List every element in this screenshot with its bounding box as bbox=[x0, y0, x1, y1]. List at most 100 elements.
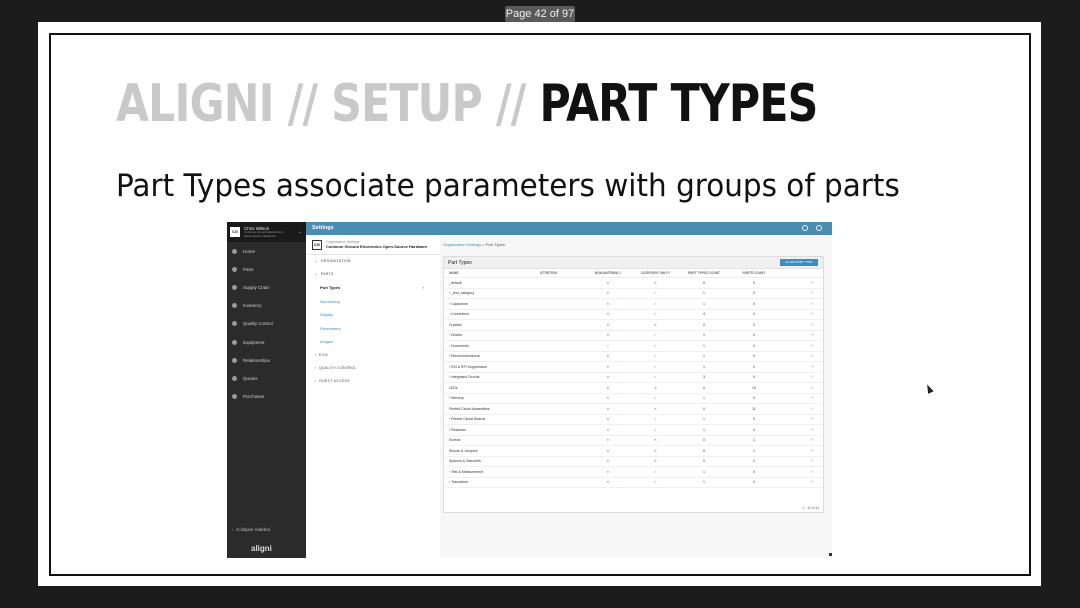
sidebar-item-relationships[interactable]: Relationships bbox=[227, 351, 306, 369]
edit-icon[interactable]: ✎ bbox=[779, 470, 819, 474]
settings-item-numbering[interactable]: Numbering bbox=[306, 295, 426, 309]
slide-title-prefix: ALIGNI // SETUP // bbox=[116, 74, 540, 134]
sidebar-item-home[interactable]: Home bbox=[227, 242, 306, 260]
settings-item-parameters[interactable]: Parameters bbox=[306, 322, 426, 336]
edit-icon[interactable]: ✎ bbox=[779, 428, 819, 432]
sidebar-item-label: Relationships bbox=[243, 357, 271, 363]
cell-name: › Documents bbox=[449, 343, 469, 348]
table-row[interactable]: Shunts & Jumpers ✕ ✕ 0 1 ✎ bbox=[444, 446, 823, 457]
edit-icon[interactable]: ✎ bbox=[779, 480, 819, 484]
edit-icon[interactable]: ✎ bbox=[779, 407, 819, 411]
check-icon: ✓ bbox=[654, 375, 657, 380]
sidebar-item-quality-control[interactable]: Quality Control bbox=[227, 315, 306, 333]
sidebar-item-equipment[interactable]: Equipment bbox=[227, 333, 306, 351]
table-row[interactable]: › Documents ✓ ✓ 1 0 ✎ bbox=[444, 341, 823, 352]
sidebar-item-parts[interactable]: Parts bbox=[227, 260, 306, 278]
table-row[interactable]: › Printed Circuit Boards ✕ ✓ 1 0 ✎ bbox=[444, 415, 823, 425]
table-row[interactable]: › _test_category ✕ ✓ 1 0 ✎ bbox=[444, 289, 823, 299]
cross-icon: ✕ bbox=[606, 396, 610, 401]
settings-item-display[interactable]: Display bbox=[306, 308, 426, 322]
edit-icon[interactable]: ✎ bbox=[779, 449, 819, 453]
sidebar-item-purchases[interactable]: Purchases bbox=[227, 388, 306, 406]
table-row[interactable]: › Resistors ✕ ✓ 1 0 ✎ bbox=[444, 425, 823, 436]
check-icon: ✓ bbox=[654, 417, 657, 422]
cell-name: › Printed Circuit Boards bbox=[449, 417, 486, 422]
edit-icon[interactable]: ✎ bbox=[779, 344, 819, 348]
edit-icon[interactable]: ✎ bbox=[779, 365, 819, 369]
table-row[interactable]: › ESI & RFI Suppression ✕ ✓ 1 0 ✎ bbox=[444, 362, 823, 373]
sidebar-item-quotes[interactable]: Quotes bbox=[227, 369, 306, 387]
edit-icon[interactable]: ✎ bbox=[779, 396, 819, 400]
collapse-sidebar-button[interactable]: ‹ Collapse Sidebar bbox=[232, 527, 270, 532]
cell-part-types-count: 1 bbox=[703, 333, 705, 338]
column-header-non-material[interactable]: NON-MATERIAL? bbox=[584, 271, 632, 275]
table-row[interactable]: _default ✕ ✕ 0 0 ✎ bbox=[444, 278, 823, 289]
cell-parts-count: 13 bbox=[752, 385, 756, 390]
cell-part-types-count: 1 bbox=[703, 364, 705, 369]
table-row[interactable]: › Connectors ✕ ✓ 4 0 ✎ bbox=[444, 310, 823, 320]
resize-mark bbox=[829, 553, 832, 556]
column-header-parts-count[interactable]: PARTS COUNT bbox=[729, 271, 779, 275]
supply-chain-icon bbox=[232, 284, 237, 290]
search-icon[interactable] bbox=[802, 225, 808, 231]
edit-icon[interactable]: ✎ bbox=[779, 459, 819, 463]
edit-icon[interactable]: ✎ bbox=[779, 291, 819, 295]
cross-icon: ✕ bbox=[606, 469, 610, 474]
edit-icon[interactable]: ✎ bbox=[779, 323, 819, 327]
cell-name: › Resistors bbox=[449, 427, 466, 432]
table-row[interactable]: › Capacitors ✕ ✓ 1 0 ✎ bbox=[444, 299, 823, 310]
edit-icon[interactable]: ✎ bbox=[779, 354, 819, 358]
cell-name: LEDs bbox=[449, 385, 458, 390]
table-row[interactable]: › Transistors ✕ ✓ 1 0 ✎ bbox=[444, 478, 823, 488]
edit-icon[interactable]: ✎ bbox=[779, 375, 819, 379]
section-ecm[interactable]: › ECM bbox=[306, 349, 440, 362]
table-row[interactable]: › Diodes ✕ ✓ 1 0 ✎ bbox=[444, 331, 823, 341]
sidebar-nav: Home Parts Supply Chain Inventory Quality Co… bbox=[227, 242, 306, 406]
cell-name: › Test & Measurement bbox=[449, 469, 484, 474]
table-row[interactable]: › Test & Measurement ✕ ✓ 1 0 ✎ bbox=[444, 467, 823, 478]
check-icon: ✓ bbox=[654, 469, 657, 474]
cross-icon: ✕ bbox=[606, 280, 610, 285]
slide-title-main: PART TYPES bbox=[539, 74, 818, 134]
cell-parts-count: 0 bbox=[753, 343, 755, 348]
help-icon[interactable] bbox=[816, 225, 822, 231]
edit-icon[interactable]: ✎ bbox=[779, 333, 819, 337]
table-row[interactable]: Crystals ✕ ✕ 0 2 ✎ bbox=[444, 320, 823, 331]
edit-icon[interactable]: ✎ bbox=[779, 302, 819, 306]
section-guest-access[interactable]: › GUEST ACCESS bbox=[306, 375, 440, 388]
table-row[interactable]: Spacers & Standoffs ✕ ✕ 0 1 ✎ bbox=[444, 457, 823, 467]
edit-icon[interactable]: ✎ bbox=[779, 312, 819, 316]
breadcrumb-parent[interactable]: Organization Settings bbox=[443, 242, 481, 247]
edit-icon[interactable]: ✎ bbox=[779, 438, 819, 442]
table-row[interactable]: › Electromechanical ✕ ✓ 1 0 ✎ bbox=[444, 352, 823, 362]
table-row[interactable]: › Integrated Circuits ✕ ✓ 3 0 ✎ bbox=[444, 373, 823, 383]
cell-part-types-count: 1 bbox=[703, 291, 705, 296]
column-header-category-only[interactable]: CATEGORY ONLY? bbox=[632, 271, 679, 275]
cell-parts-count: 0 bbox=[753, 364, 755, 369]
sidebar-item-supply-chain[interactable]: Supply Chain bbox=[227, 278, 306, 296]
cross-icon: ✕ bbox=[606, 301, 610, 306]
card-header: Part Types ⊕ ADD PART TYPE bbox=[444, 257, 823, 269]
section-ecm-label: ECM bbox=[319, 352, 328, 357]
column-header-attrition[interactable]: ATTRITION bbox=[540, 271, 584, 275]
table-row[interactable]: Printed Circuit Assemblies ✕ ✕ 0 11 ✎ bbox=[444, 404, 823, 415]
chevron-down-icon[interactable]: ⌄ bbox=[298, 229, 302, 235]
column-header-name[interactable]: NAME bbox=[444, 271, 540, 275]
table-row[interactable]: › Memory ✕ ✓ 1 0 ✎ bbox=[444, 394, 823, 404]
settings-item-images[interactable]: Images bbox=[306, 335, 426, 349]
table-row[interactable]: Screws ✕ ✕ 0 1 ✎ bbox=[444, 436, 823, 446]
section-organization[interactable]: ⌄ ORGANIZATION bbox=[306, 255, 440, 268]
column-header-part-types-count[interactable]: PART TYPES COUNT bbox=[679, 271, 729, 275]
sidebar-item-inventory[interactable]: Inventory bbox=[227, 297, 306, 315]
settings-item-part-types[interactable]: Part Types bbox=[306, 281, 426, 295]
edit-icon[interactable]: ✎ bbox=[779, 281, 819, 285]
table-row[interactable]: LEDs ✕ ✕ 0 13 ✎ bbox=[444, 383, 823, 394]
user-menu[interactable]: CG Chris Wilson Common Ground Electronic… bbox=[227, 222, 306, 242]
section-parts[interactable]: ⌄ PARTS bbox=[306, 268, 440, 281]
section-quality-control[interactable]: › QUALITY CONTROL bbox=[306, 362, 440, 375]
edit-icon[interactable]: ✎ bbox=[779, 417, 819, 421]
cross-icon: ✕ bbox=[606, 448, 610, 453]
add-part-type-button[interactable]: ⊕ ADD PART TYPE bbox=[780, 259, 818, 266]
edit-icon[interactable]: ✎ bbox=[779, 386, 819, 390]
cell-part-types-count: 1 bbox=[703, 417, 705, 422]
